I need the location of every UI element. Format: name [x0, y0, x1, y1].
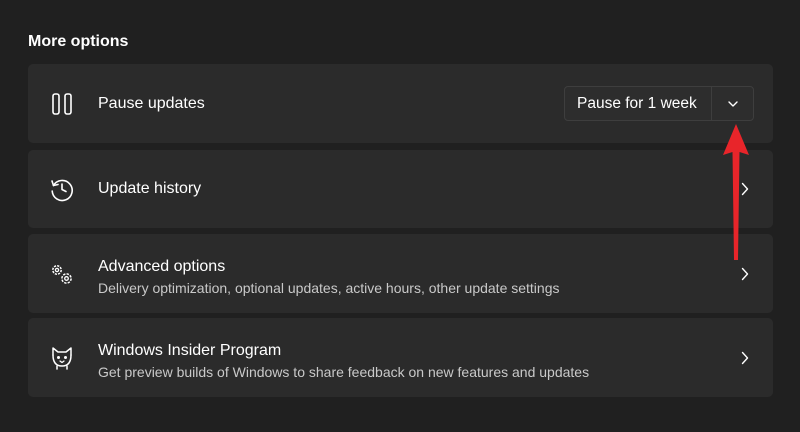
- update-history-card[interactable]: Update history: [28, 150, 773, 228]
- advanced-options-card[interactable]: Advanced options Delivery optimization, …: [28, 234, 773, 313]
- settings-page: More options Pause updates Pause for 1 w…: [0, 0, 800, 432]
- insider-program-card[interactable]: Windows Insider Program Get preview buil…: [28, 318, 773, 397]
- advanced-options-title: Advanced options: [98, 258, 226, 275]
- chevron-right-icon: [739, 182, 751, 196]
- gears-icon: [48, 260, 76, 288]
- advanced-options-subtitle: Delivery optimization, optional updates,…: [98, 280, 560, 296]
- pause-updates-title: Pause updates: [98, 95, 205, 112]
- pause-duration-dropdown[interactable]: Pause for 1 week: [564, 86, 754, 121]
- pause-duration-value[interactable]: Pause for 1 week: [565, 87, 711, 120]
- pause-updates-card: Pause updates Pause for 1 week: [28, 64, 773, 143]
- chevron-down-icon[interactable]: [712, 87, 753, 120]
- chevron-right-icon: [739, 267, 751, 281]
- update-history-title: Update history: [98, 180, 202, 197]
- history-icon: [48, 175, 76, 203]
- pause-icon: [48, 90, 76, 118]
- chevron-right-icon: [739, 351, 751, 365]
- insider-program-subtitle: Get preview builds of Windows to share f…: [98, 364, 590, 380]
- insider-cat-icon: [48, 344, 76, 372]
- section-title: More options: [28, 33, 129, 50]
- insider-program-title: Windows Insider Program: [98, 342, 282, 359]
